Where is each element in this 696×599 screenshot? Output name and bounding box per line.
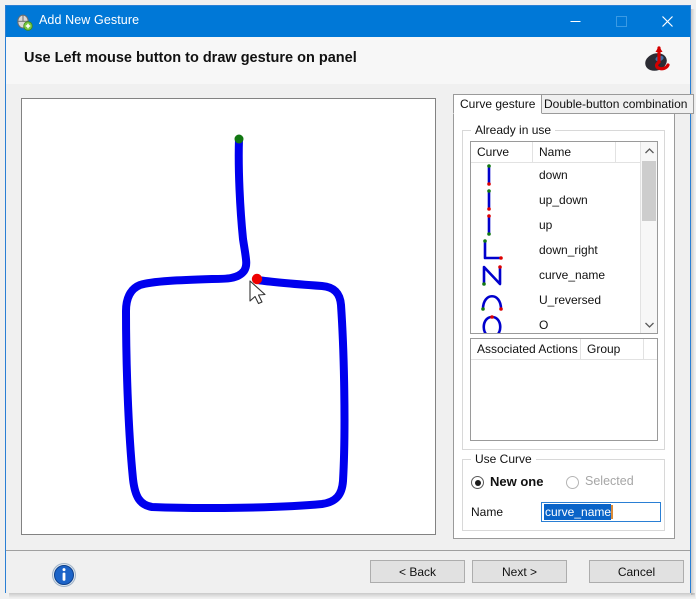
- next-button[interactable]: Next >: [472, 560, 567, 583]
- associated-actions-header: Associated Actions Group: [471, 339, 657, 360]
- gesture-drawing-panel[interactable]: [21, 98, 436, 535]
- back-button-label: < Back: [398, 564, 437, 579]
- scrollbar-thumb[interactable]: [642, 161, 656, 221]
- close-button[interactable]: [644, 6, 690, 37]
- list-item[interactable]: O: [471, 313, 642, 333]
- window-frame: Add New Gesture Use Left mouse button to…: [5, 5, 695, 593]
- curve-thumbnail-down: [477, 163, 533, 188]
- curve-name-label: Name: [471, 505, 504, 519]
- window-title: Add New Gesture: [39, 13, 140, 27]
- cancel-button-label: Cancel: [617, 564, 656, 579]
- add-new-gesture-window: Add New Gesture Use Left mouse button to…: [0, 0, 696, 599]
- curve-thumbnail-arch: [477, 288, 533, 313]
- list-item[interactable]: up_down: [471, 188, 642, 213]
- curves-listview-scrollbar[interactable]: [640, 142, 657, 333]
- back-button[interactable]: < Back: [370, 560, 465, 583]
- scroll-down-icon[interactable]: [641, 316, 657, 333]
- tab-page-curve-gesture: Already in use Curve Name down up_down u…: [453, 113, 675, 539]
- curve-name-value: curve_name: [544, 504, 612, 520]
- minimize-button[interactable]: [552, 6, 598, 37]
- use-curve-group: Use Curve New one Selected Name curve_na…: [462, 452, 665, 531]
- list-item[interactable]: U_reversed: [471, 288, 642, 313]
- curve-name-input[interactable]: curve_name: [541, 502, 661, 522]
- column-header-blank[interactable]: [616, 142, 642, 162]
- already-in-use-group: Already in use Curve Name down up_down u…: [462, 123, 665, 450]
- radio-new-one[interactable]: [471, 476, 484, 489]
- scroll-up-icon[interactable]: [641, 142, 657, 159]
- minimize-icon: [570, 21, 580, 22]
- curves-listview-rows: down up_down up down_right curve_name U_…: [471, 163, 642, 333]
- information-icon[interactable]: [51, 562, 77, 588]
- radio-new-one-label: New one: [490, 474, 544, 489]
- curve-name: up_down: [539, 193, 588, 207]
- wizard-instruction: Use Left mouse button to draw gesture on…: [24, 50, 357, 66]
- tab-curve-gesture[interactable]: Curve gesture: [453, 94, 543, 114]
- curve-name: U_reversed: [539, 293, 602, 307]
- associated-actions-listview[interactable]: Associated Actions Group: [470, 338, 658, 441]
- column-header-name[interactable]: Name: [533, 142, 616, 162]
- curves-listview[interactable]: Curve Name down up_down up down_right cu…: [470, 141, 658, 334]
- curve-thumbnail-down-right: [477, 238, 533, 263]
- title-bar: Add New Gesture: [6, 6, 690, 37]
- already-in-use-title: Already in use: [471, 123, 556, 137]
- curve-thumbnail-circle: [477, 313, 533, 333]
- radio-selected-label: Selected: [585, 474, 634, 488]
- window-shadow-bottom: [9, 593, 695, 598]
- curve-name: up: [539, 218, 553, 232]
- list-item[interactable]: down: [471, 163, 642, 188]
- list-item[interactable]: down_right: [471, 238, 642, 263]
- maximize-icon: [615, 16, 627, 27]
- column-header-blank2[interactable]: [644, 339, 657, 359]
- tab-double-button-combination[interactable]: Double-button combination: [537, 94, 695, 114]
- radio-selected[interactable]: [566, 476, 579, 489]
- curves-listview-header: Curve Name: [471, 142, 657, 163]
- use-curve-title: Use Curve: [471, 452, 536, 466]
- maximize-button[interactable]: [598, 6, 644, 37]
- gesture-curve: [122, 134, 349, 512]
- curve-name: curve_name: [539, 268, 606, 282]
- cancel-button[interactable]: Cancel: [589, 560, 684, 583]
- mouse-add-icon: [15, 13, 33, 31]
- curve-name: down_right: [539, 243, 598, 257]
- curve-thumbnail-up: [477, 213, 533, 238]
- list-item[interactable]: curve_name: [471, 263, 642, 288]
- tab-strip: Curve gesture Double-button combination: [453, 94, 695, 114]
- curve-name: O: [539, 318, 549, 332]
- curve-thumbnail-zigzag: [477, 263, 533, 288]
- curve-thumbnail-up-down: [477, 188, 533, 213]
- column-header-group[interactable]: Group: [581, 339, 644, 359]
- close-icon: [661, 16, 673, 27]
- list-item[interactable]: up: [471, 213, 642, 238]
- wizard-header: Use Left mouse button to draw gesture on…: [6, 37, 690, 85]
- curve-name-row: Name curve_name: [471, 502, 661, 524]
- gesture-start-dot: [234, 134, 244, 144]
- use-curve-radio-row: New one Selected: [471, 474, 661, 492]
- tab-double-button-combination-label: Double-button combination: [544, 97, 688, 111]
- column-header-associated-actions[interactable]: Associated Actions: [471, 339, 581, 359]
- column-header-curve[interactable]: Curve: [471, 142, 533, 162]
- curve-name: down: [539, 168, 568, 182]
- wizard-body: Curve gesture Double-button combination …: [6, 84, 695, 550]
- wizard-footer: < Back Next > Cancel: [6, 550, 690, 593]
- text-caret: [611, 505, 614, 519]
- tab-curve-gesture-label: Curve gesture: [460, 97, 536, 111]
- options-panel: Curve gesture Double-button combination …: [453, 94, 695, 539]
- gesture-end-dot: [251, 273, 263, 285]
- mouse-gesture-icon: [639, 42, 677, 78]
- next-button-label: Next >: [501, 564, 537, 579]
